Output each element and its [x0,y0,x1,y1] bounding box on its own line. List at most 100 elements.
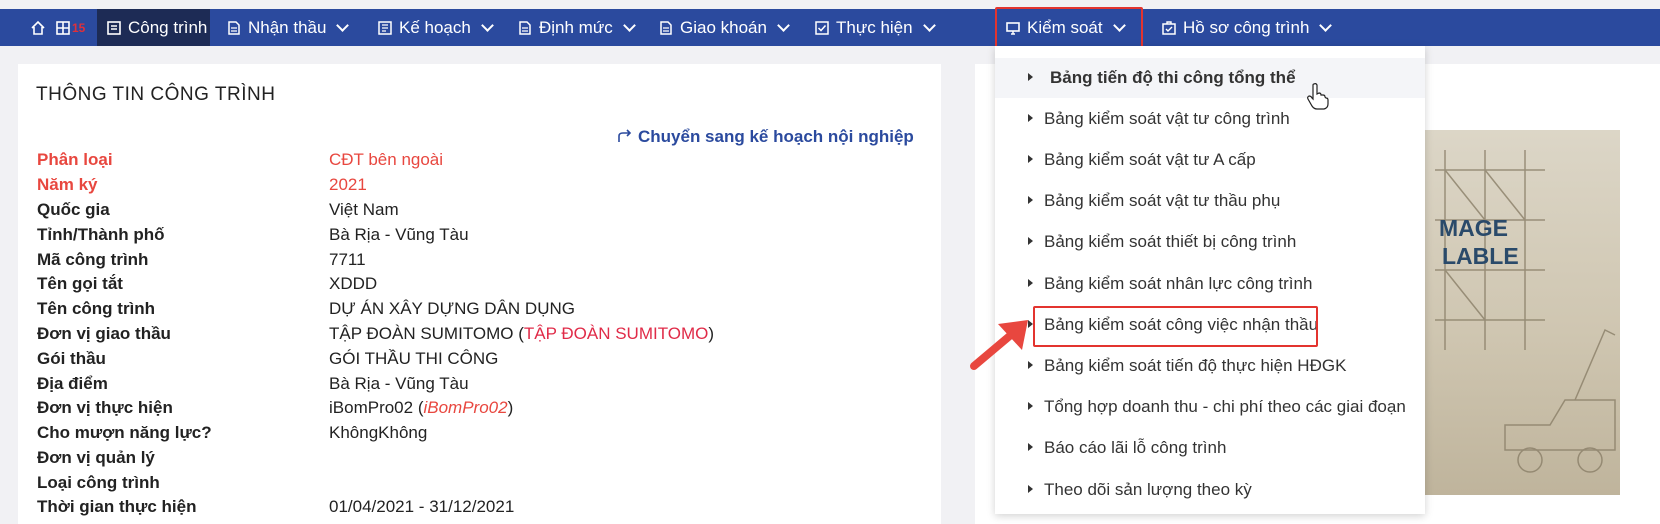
menu-item-label: Bảng kiểm soát vật tư công trình [1044,109,1290,128]
row-value: XDDD [329,274,378,293]
chevron-down-icon [922,18,936,32]
nav-thuc-hien[interactable]: Thực hiện [815,9,936,46]
convert-link-label: Chuyển sang kế hoạch nội nghiệp [638,127,914,146]
menu-item-label: Bảng kiểm soát tiến độ thực hiện HĐGK [1044,356,1347,375]
caret-right-icon [1028,279,1033,287]
menu-item-vat-tu-thau-phu[interactable]: Bảng kiểm soát vật tư thầu phụ [995,181,1425,221]
row-value: Bà Rịa - Vũng Tàu [329,374,469,393]
chevron-down-icon [777,18,790,32]
nav-ho-so-cong-trinh[interactable]: Hồ sơ công trình [1162,9,1333,46]
document-icon [228,20,240,35]
chevron-down-icon [622,18,636,32]
nav-label: Định mức [539,17,613,37]
row-value: CĐT bên ngoài [329,150,444,169]
redo-arrow-icon [618,129,632,142]
image-text-line2: LABLE [1442,243,1519,269]
row-value: 2021 [329,175,367,194]
page-title: THÔNG TIN CÔNG TRÌNH [36,84,276,105]
building-icon [107,20,121,35]
clipboard-icon [1162,20,1176,35]
caret-right-icon [1028,155,1033,163]
value-link[interactable]: TẬP ĐOÀN SUMITOMO [524,324,709,343]
menu-item-label: Báo cáo lãi lỗ công trình [1044,438,1227,457]
value-suffix: ) [708,324,715,343]
top-nav: 15 Công trình Nhận thầu Kế hoạch Định mứ… [0,9,1660,46]
row-label: Đơn vị giao thầu [37,324,171,343]
row-label: Cho mượn năng lực? [37,423,212,442]
row-value: GÓI THẦU THI CÔNG [329,349,499,368]
chevron-down-icon [1319,18,1333,32]
chevron-down-icon [480,18,494,32]
row-value: 7711 [329,250,366,269]
menu-item-san-luong[interactable]: Theo dõi sản lượng theo kỳ [995,470,1425,510]
row-value: Bà Rịa - Vũng Tàu [329,225,469,244]
row-label: Tỉnh/Thành phố [37,225,165,244]
placeholder-image: MAGE LABLE [1425,130,1620,495]
row-label: Địa điểm [37,374,108,393]
row-label: Phân loại [37,150,113,169]
caret-right-icon [1028,73,1033,81]
menu-item-label: Tổng hợp doanh thu - chi phí theo các gi… [1044,397,1406,416]
nav-label: Thực hiện [836,17,913,37]
menu-item-label: Bảng kiểm soát vật tư thầu phụ [1044,191,1281,210]
kiem-soat-dropdown: Bảng tiến độ thi công tổng thể Bảng kiểm… [995,46,1425,514]
document-icon [519,20,531,35]
menu-item-nhan-luc[interactable]: Bảng kiểm soát nhân lực công trình [995,264,1425,304]
nav-giao-khoan[interactable]: Giao khoán [659,9,790,46]
hand-cursor-icon [1307,83,1329,110]
nav-label: Công trình [128,17,208,37]
row-label: Đơn vị quản lý [37,448,155,467]
nav-ke-hoach[interactable]: Kế hoạch [378,9,494,46]
row-value: Việt Nam [329,200,399,219]
convert-plan-link[interactable]: Chuyển sang kế hoạch nội nghiệp [617,127,914,147]
nav-label: Hồ sơ công trình [1183,17,1310,37]
highlight-menu-item [1033,306,1318,347]
caret-right-icon [1028,196,1033,204]
row-label: Loại công trình [37,473,160,492]
nav-label: Giao khoán [680,17,767,37]
highlight-kiem-soat [995,7,1143,50]
construction-illustration [1435,150,1616,473]
row-label: Quốc gia [37,200,110,219]
row-label: Mã công trình [37,250,149,269]
nav-nhan-thau[interactable]: Nhận thầu [227,9,350,46]
row-label: Tên công trình [37,299,156,318]
menu-item-label: Bảng tiến độ thi công tổng thể [1050,68,1296,87]
row-value: iBomPro02 (iBomPro02) [329,398,513,418]
menu-item-vat-tu-cong-trinh[interactable]: Bảng kiểm soát vật tư công trình [995,99,1425,139]
menu-item-lai-lo[interactable]: Báo cáo lãi lỗ công trình [995,428,1425,468]
value-suffix: ) [507,398,514,417]
notification-badge: 15 [72,20,86,35]
nav-cong-trinh[interactable]: Công trình [97,9,210,46]
row-value: DỰ ÁN XÂY DỰNG DÂN DỤNG [329,299,575,318]
row-label: Tên gọi tắt [37,274,123,293]
chevron-down-icon [336,18,350,32]
grid-button[interactable]: 15 [56,9,85,46]
value-link[interactable]: iBomPro02 [423,398,507,417]
nav-dinh-muc[interactable]: Định mức [518,9,636,46]
plan-icon [378,20,392,35]
home-button[interactable] [30,9,46,46]
caret-right-icon [1028,237,1033,245]
value-main: TẬP ĐOÀN SUMITOMO ( [329,324,524,343]
nav-label: Nhận thầu [248,17,327,37]
menu-item-vat-tu-a-cap[interactable]: Bảng kiểm soát vật tư A cấp [995,140,1425,180]
grid-icon [56,20,70,35]
caret-right-icon [1028,114,1033,122]
row-value: TẬP ĐOÀN SUMITOMO (TẬP ĐOÀN SUMITOMO) [329,324,714,344]
nav-label: Kế hoạch [399,17,471,37]
menu-item-thiet-bi[interactable]: Bảng kiểm soát thiết bị công trình [995,222,1425,262]
home-icon [31,20,45,35]
caret-right-icon [1028,485,1033,493]
pointer-arrow-icon [970,320,1028,370]
menu-item-doanh-thu-chi-phi[interactable]: Tổng hợp doanh thu - chi phí theo các gi… [995,387,1425,427]
row-label: Thời gian thực hiện [37,497,197,516]
checkbox-icon [815,20,829,35]
menu-item-tien-do-thi-cong[interactable]: Bảng tiến độ thi công tổng thể [995,58,1425,98]
menu-item-tien-do-hdgk[interactable]: Bảng kiểm soát tiến độ thực hiện HĐGK [995,346,1425,386]
image-text-line1: MAGE [1439,215,1508,241]
menu-item-label: Bảng kiểm soát vật tư A cấp [1044,150,1256,169]
document-icon [660,20,672,35]
menu-item-label: Theo dõi sản lượng theo kỳ [1044,480,1252,499]
menu-item-label: Bảng kiểm soát thiết bị công trình [1044,232,1297,251]
